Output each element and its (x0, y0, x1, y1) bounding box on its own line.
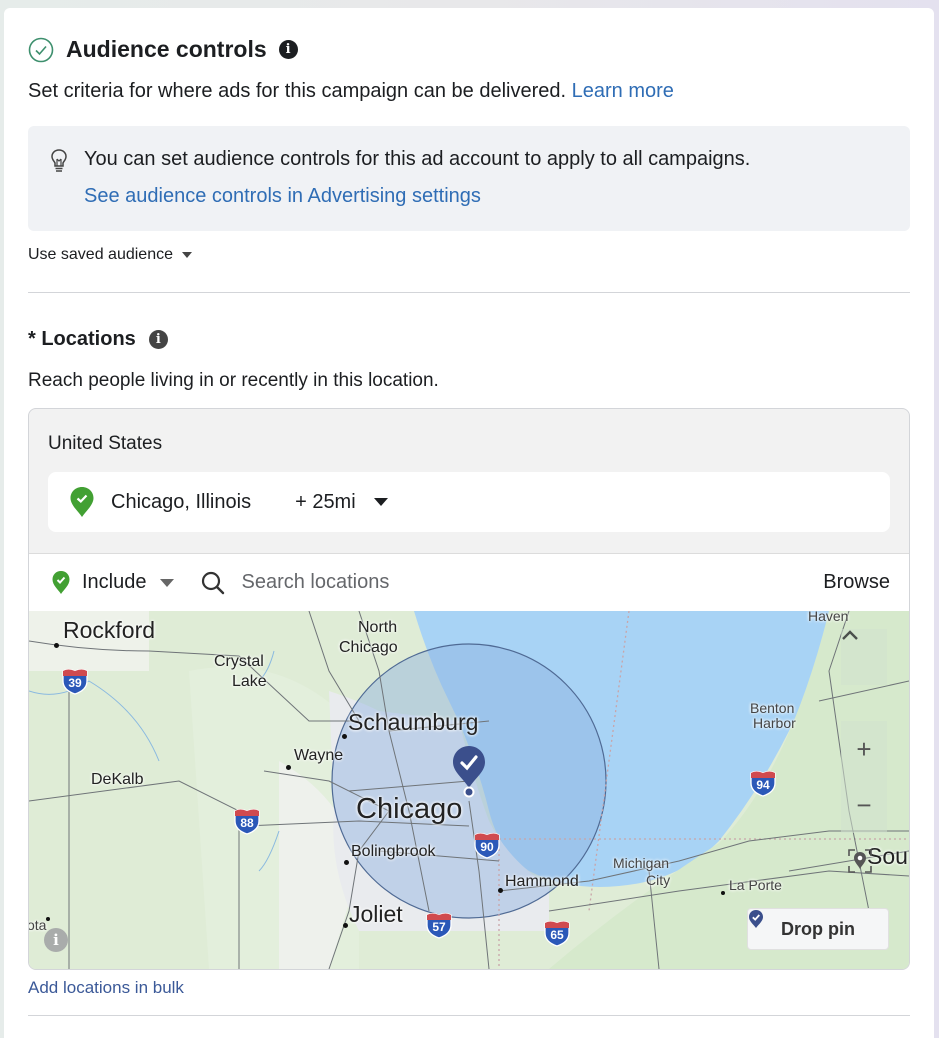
locations-header: * Locations i (28, 328, 168, 351)
city-label-south-bend: Sou (867, 843, 908, 869)
include-pin-icon (70, 487, 94, 517)
info-icon[interactable]: i (278, 40, 298, 59)
location-map[interactable]: Rockford North Chicago Crystal Lake Scha… (29, 611, 909, 969)
audience-controls-notice: You can set audience controls for this a… (28, 126, 910, 231)
interstate-65-shield: 65 (543, 919, 571, 947)
plus-icon: + (856, 733, 872, 764)
caret-down-icon (181, 252, 192, 258)
zoom-in-button[interactable]: + (841, 721, 887, 777)
city-label-partial: ota (29, 917, 47, 933)
advertising-settings-link[interactable]: See audience controls in Advertising set… (84, 185, 481, 208)
city-label-chicago: Chicago (356, 793, 463, 825)
include-mode-caret-icon[interactable] (159, 578, 174, 587)
pin-check-icon (749, 910, 763, 928)
city-dot (54, 643, 59, 648)
city-dot (498, 888, 503, 893)
subtitle-text: Set criteria for where ads for this camp… (28, 80, 567, 102)
city-label-joliet: Joliet (349, 901, 403, 927)
city-label-la-porte: La Porte (729, 877, 782, 893)
use-saved-audience-dropdown[interactable]: Use saved audience (28, 246, 192, 264)
selected-location-chip[interactable]: Chicago, Illinois + 25mi (48, 472, 890, 532)
drop-pin-label: Drop pin (781, 918, 855, 939)
selected-location-pin-icon[interactable] (451, 744, 487, 800)
city-dot (286, 765, 291, 770)
city-label-benton-harbor: Benton (750, 700, 795, 716)
zoom-out-button[interactable]: − (841, 777, 887, 833)
divider (28, 292, 910, 293)
info-icon[interactable]: i (148, 330, 168, 349)
search-locations-input[interactable] (239, 570, 744, 595)
map-collapse-button[interactable] (841, 629, 887, 685)
city-label-hammond: Hammond (505, 873, 579, 890)
chevron-up-icon (842, 630, 858, 640)
interstate-39-shield: 39 (61, 667, 89, 695)
city-label-dekalb: DeKalb (91, 771, 144, 788)
section-header: Audience controls i (28, 36, 298, 63)
browse-button[interactable]: Browse (823, 571, 890, 594)
city-dot (344, 860, 349, 865)
interstate-number: 65 (550, 928, 564, 942)
city-label-michigan-city: Michigan (613, 855, 670, 871)
interstate-94-shield: 94 (749, 769, 777, 797)
saved-audience-label: Use saved audience (28, 246, 173, 263)
search-icon (201, 571, 224, 594)
location-name: Chicago, Illinois (111, 490, 252, 513)
interstate-number: 94 (756, 778, 770, 792)
city-label-wayne: Wayne (294, 747, 344, 764)
location-search-bar: Include Browse (29, 553, 909, 611)
include-pin-icon (52, 570, 70, 594)
city-label-schaumburg: Schaumburg (348, 709, 479, 735)
city-dot (343, 923, 348, 928)
city-dot (46, 917, 50, 921)
section-subtitle: Set criteria for where ads for this camp… (28, 80, 674, 103)
city-dot (721, 891, 725, 895)
city-label-haven: Haven (808, 611, 849, 624)
interstate-number: 90 (480, 840, 494, 854)
city-label-benton-harbor: Harbor (753, 715, 796, 731)
radius-dropdown-icon[interactable] (373, 498, 388, 506)
city-label-crystal-lake: Lake (232, 673, 267, 690)
city-label-bolingbrook: Bolingbrook (351, 843, 436, 860)
country-label: United States (48, 433, 163, 454)
learn-more-link[interactable]: Learn more (572, 80, 674, 102)
locations-title: * Locations (28, 328, 136, 350)
include-mode-label[interactable]: Include (82, 571, 147, 594)
map-info-button[interactable]: i (44, 928, 68, 952)
add-locations-in-bulk-link[interactable]: Add locations in bulk (28, 978, 184, 998)
minus-icon: − (856, 789, 872, 820)
city-label-rockford: Rockford (63, 617, 156, 643)
lightbulb-icon (51, 149, 67, 172)
drop-pin-button[interactable]: Drop pin (747, 908, 889, 950)
interstate-90-shield: 90 (473, 831, 501, 859)
notice-text: You can set audience controls for this a… (84, 148, 751, 170)
city-label-crystal-lake: Crystal (214, 653, 264, 670)
interstate-88-shield: 88 (233, 807, 261, 835)
divider (28, 1015, 910, 1016)
check-circle-icon (28, 37, 54, 62)
city-label-north-chicago: Chicago (339, 639, 398, 656)
locations-subtitle: Reach people living in or recently in th… (28, 370, 439, 391)
locations-box: United States Chicago, Illinois + 25mi I… (28, 408, 910, 970)
interstate-number: 88 (240, 816, 254, 830)
interstate-number: 57 (432, 920, 446, 934)
audience-controls-card: Audience controls i Set criteria for whe… (4, 8, 934, 1038)
section-title: Audience controls (66, 36, 267, 62)
city-dot (342, 734, 347, 739)
city-label-north-chicago: North (358, 619, 398, 636)
location-target-icon[interactable] (847, 848, 873, 874)
city-label-michigan-city: City (646, 872, 671, 888)
radius-value[interactable]: + 25mi (295, 491, 356, 514)
interstate-number: 39 (68, 676, 82, 690)
interstate-57-shield: 57 (425, 911, 453, 939)
